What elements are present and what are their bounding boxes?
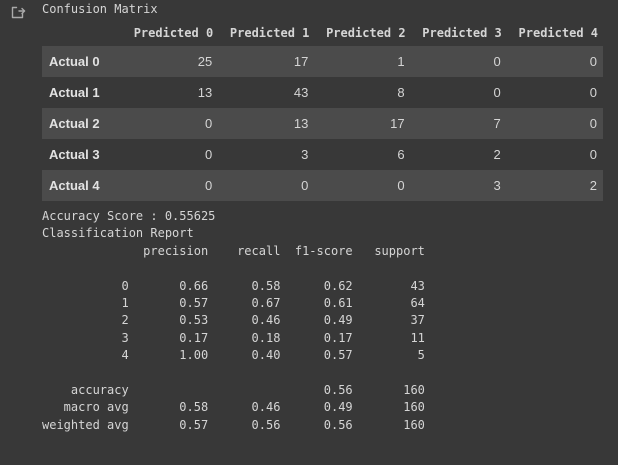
column-header: Predicted 4 (518, 25, 598, 40)
table-row: Actual 1 13 43 8 0 0 (42, 77, 603, 108)
confusion-matrix-title: Confusion Matrix (42, 2, 158, 16)
column-header: Predicted 0 (133, 25, 214, 40)
row-label: Actual 0 (49, 54, 100, 69)
matrix-cell: 0 (301, 178, 309, 193)
row-label: Actual 3 (49, 147, 100, 162)
table-corner-cell (42, 19, 122, 46)
matrix-cell: 6 (397, 147, 405, 162)
output-redirect-icon[interactable] (10, 4, 26, 20)
row-label: Actual 1 (49, 85, 100, 100)
column-header: Predicted 1 (229, 25, 310, 40)
report-weighted-avg-line: weighted avg 0.57 0.56 0.56 160 (42, 417, 425, 432)
matrix-cell: 0 (397, 178, 405, 193)
matrix-cell: 3 (493, 178, 501, 193)
report-blank-line (42, 365, 425, 382)
matrix-cell: 2 (493, 147, 501, 162)
table-row: Actual 2 0 13 17 7 0 (42, 108, 603, 139)
report-accuracy-line: accuracy 0.56 160 (42, 383, 425, 398)
column-header: Predicted 2 (326, 25, 406, 40)
matrix-cell: 17 (390, 116, 405, 131)
matrix-cell: 0 (589, 85, 597, 100)
matrix-cell: 0 (204, 178, 213, 193)
report-class-line: 2 0.53 0.46 0.49 37 (42, 313, 425, 328)
report-class-line: 0 0.66 0.58 0.62 43 (42, 278, 425, 293)
matrix-cell: 43 (293, 85, 309, 100)
matrix-cell: 25 (197, 54, 213, 69)
report-class-line: 3 0.17 0.18 0.17 11 (42, 330, 425, 345)
matrix-cell: 13 (197, 85, 213, 100)
report-macro-avg-line: macro avg 0.58 0.46 0.49 160 (42, 400, 425, 415)
matrix-cell: 8 (397, 85, 405, 100)
report-blank-line (42, 260, 425, 277)
accuracy-score-line: Accuracy Score : 0.55625 (42, 209, 216, 223)
matrix-cell: 0 (589, 116, 597, 131)
report-header-line: precision recall f1-score support (42, 243, 425, 258)
table-row: Actual 4 0 0 0 3 2 (42, 170, 603, 201)
matrix-cell: 0 (204, 147, 213, 162)
matrix-cell: 0 (204, 116, 213, 131)
row-label: Actual 4 (49, 178, 100, 193)
matrix-cell: 0 (589, 147, 597, 162)
matrix-cell: 0 (493, 54, 501, 69)
report-title-line: Classification Report (42, 226, 194, 241)
table-row: Actual 0 25 17 1 0 0 (42, 46, 603, 77)
matrix-cell: 0 (493, 85, 501, 100)
report-class-line: 4 1.00 0.40 0.57 5 (42, 348, 425, 363)
matrix-cell: 17 (293, 54, 309, 69)
matrix-cell: 1 (397, 54, 405, 69)
confusion-matrix-table: Predicted 0 Predicted 1 Predicted 2 Pred… (42, 19, 603, 201)
matrix-cell: 7 (493, 116, 501, 131)
table-row: Actual 3 0 3 6 2 0 (42, 139, 603, 170)
matrix-cell: 2 (589, 178, 597, 193)
matrix-cell: 13 (293, 116, 309, 131)
matrix-cell: 3 (301, 147, 309, 162)
classification-report: Accuracy Score : 0.55625 Classification R… (42, 208, 425, 434)
row-label: Actual 2 (49, 116, 100, 131)
matrix-cell: 0 (589, 54, 597, 69)
report-class-line: 1 0.57 0.67 0.61 64 (42, 296, 425, 311)
column-header: Predicted 3 (422, 25, 502, 40)
cell-output: Confusion Matrix Predicted 0 Predicted 1… (0, 0, 618, 465)
table-header-row: Predicted 0 Predicted 1 Predicted 2 Pred… (42, 19, 603, 46)
